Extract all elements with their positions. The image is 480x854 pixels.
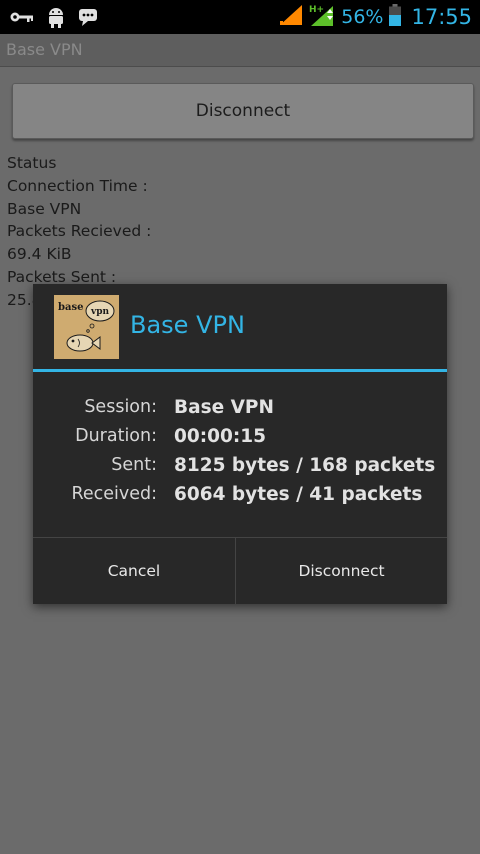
network-type-text: H+	[309, 5, 324, 15]
battery-icon	[389, 4, 402, 30]
status-bar: H+ 56% 17:55	[0, 0, 480, 34]
connection-time-label: Connection Time :	[7, 176, 148, 195]
mobile-data-icon: H+	[309, 3, 335, 31]
battery-percent: 56%	[341, 6, 384, 28]
dialog-disconnect-label: Disconnect	[298, 562, 385, 580]
connection-name: Base VPN	[7, 199, 82, 218]
dialog-title-divider	[33, 369, 447, 372]
disconnect-button-label: Disconnect	[195, 101, 291, 121]
base-vpn-logo: base vpn	[54, 295, 119, 359]
connection-info: Session: Base VPN Duration: 00:00:15 Sen…	[33, 397, 447, 513]
dialog-cancel-label: Cancel	[107, 562, 161, 580]
received-value: 6064 bytes / 41 packets	[174, 484, 423, 505]
signal-strength-icon	[279, 4, 303, 30]
duration-label: Duration:	[75, 426, 157, 446]
notification-icons	[10, 6, 98, 28]
clock: 17:55	[411, 5, 472, 29]
disconnect-button[interactable]: Disconnect	[12, 83, 474, 139]
app-title-bar: Base VPN	[0, 34, 480, 67]
info-row-duration: Duration: 00:00:15	[33, 426, 447, 455]
status-heading: Status	[7, 154, 57, 172]
sent-label: Sent:	[111, 455, 157, 475]
duration-value: 00:00:15	[174, 426, 267, 447]
dialog-disconnect-button[interactable]: Disconnect	[235, 538, 447, 604]
sent-value: 8125 bytes / 168 packets	[174, 455, 436, 476]
received-label: Received:	[71, 484, 157, 504]
packets-received-value: 69.4 KiB	[7, 245, 72, 264]
chat-icon	[78, 8, 98, 26]
session-label: Session:	[84, 397, 157, 417]
info-row-sent: Sent: 8125 bytes / 168 packets	[33, 455, 447, 484]
info-row-session: Session: Base VPN	[33, 397, 447, 426]
svg-text:base: base	[58, 302, 83, 313]
dialog-title: Base VPN	[130, 311, 245, 339]
svg-text:vpn: vpn	[90, 307, 110, 317]
info-row-received: Received: 6064 bytes / 41 packets	[33, 484, 447, 513]
session-value: Base VPN	[174, 397, 274, 418]
packets-received-label: Packets Recieved :	[7, 222, 152, 241]
app-title: Base VPN	[6, 40, 83, 59]
system-status: H+ 56% 17:55	[279, 0, 472, 34]
dialog-cancel-button[interactable]: Cancel	[33, 538, 235, 604]
vpn-dialog: base vpn Base VPN Session: Base VPN Dura…	[33, 284, 447, 604]
android-debug-icon	[46, 6, 66, 28]
key-icon	[10, 10, 34, 24]
dialog-header: base vpn Base VPN	[33, 284, 447, 370]
dialog-buttons: Cancel Disconnect	[33, 537, 447, 604]
